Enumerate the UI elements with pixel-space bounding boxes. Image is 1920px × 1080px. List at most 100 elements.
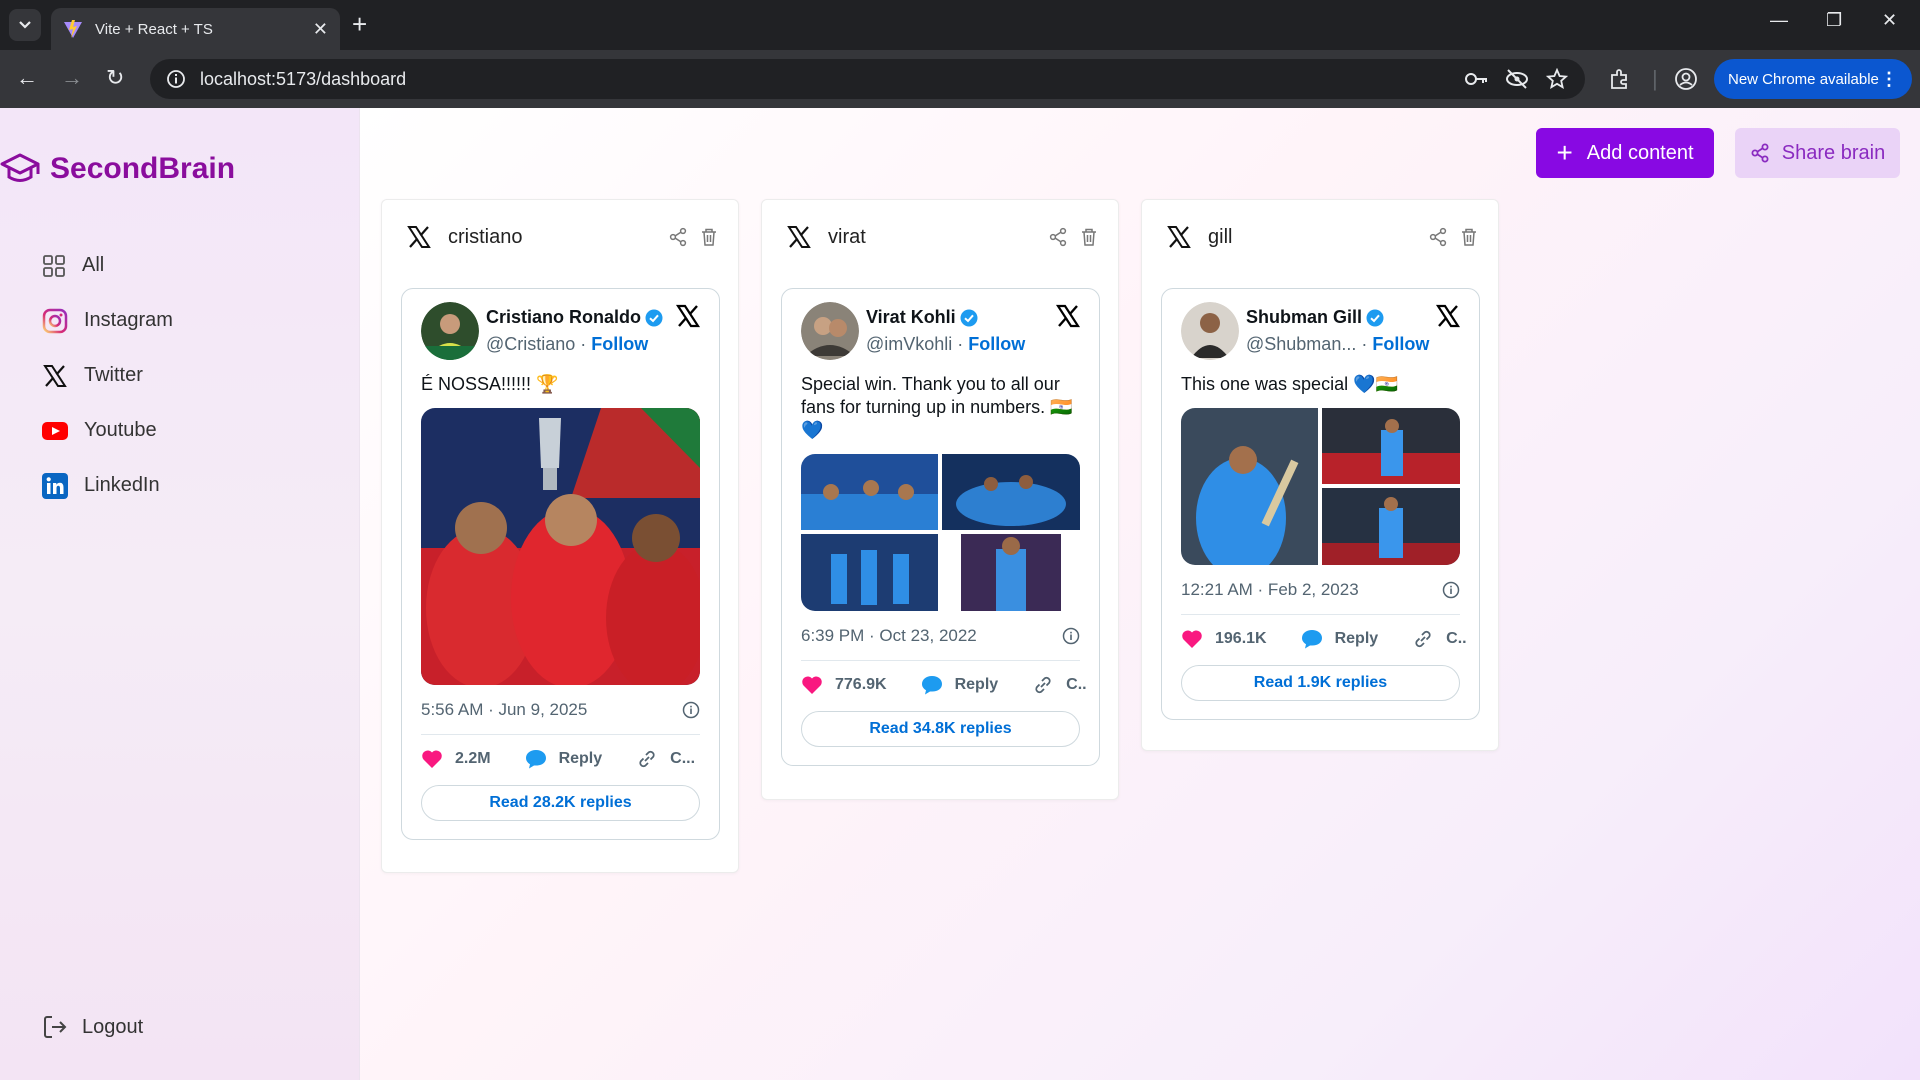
sidebar-item-twitter[interactable]: Twitter — [42, 348, 173, 403]
back-icon[interactable]: ← — [16, 65, 38, 91]
tweet-author[interactable]: Cristiano Ronaldo — [486, 307, 663, 328]
logout-button[interactable]: Logout — [42, 1014, 143, 1040]
tweet-author[interactable]: Virat Kohli — [866, 307, 978, 328]
heart-icon — [1182, 630, 1202, 648]
chevron-down-icon — [19, 21, 31, 29]
vite-logo-icon — [64, 20, 82, 38]
brand[interactable]: SecondBrain — [0, 150, 235, 188]
card-header: cristiano — [406, 222, 718, 252]
copy-link-button[interactable]: C... — [636, 748, 695, 770]
tweet-timestamp[interactable]: 6:39 PM · Oct 23, 2022 — [801, 626, 977, 646]
youtube-icon — [42, 421, 68, 440]
reply-button[interactable]: Reply — [921, 675, 999, 695]
browser-tab[interactable]: Vite + React + TS ✕ — [51, 8, 340, 50]
close-window-icon[interactable]: ✕ — [1882, 10, 1897, 31]
share-icon[interactable] — [668, 227, 688, 247]
avatar[interactable] — [421, 302, 479, 360]
browser-tab-strip: Vite + React + TS ✕ + — ❐ ✕ — [0, 0, 1920, 50]
verified-badge-icon — [960, 309, 978, 326]
sidebar-item-all[interactable]: All — [42, 238, 173, 293]
trash-icon[interactable] — [700, 227, 718, 247]
reply-label: Reply — [954, 676, 999, 693]
add-content-button[interactable]: + Add content — [1536, 128, 1714, 178]
reply-button[interactable]: Reply — [525, 749, 602, 769]
like-button[interactable]: 2.2M — [421, 749, 491, 769]
tweet-timestamp[interactable]: 12:21 AM · Feb 2, 2023 — [1181, 580, 1359, 600]
like-button[interactable]: 196.1K — [1181, 629, 1267, 649]
minimize-icon[interactable]: — — [1770, 10, 1788, 31]
password-key-icon[interactable] — [1465, 59, 1489, 99]
instagram-icon — [42, 308, 68, 333]
copy-link-button[interactable]: C.. — [1412, 628, 1467, 650]
eye-off-icon[interactable] — [1505, 59, 1529, 99]
address-bar[interactable]: localhost:5173/dashboard — [150, 59, 1585, 99]
tab-title: Vite + React + TS — [95, 20, 213, 38]
tweet-author-name: Shubman Gill — [1246, 307, 1363, 327]
heart-icon — [802, 676, 822, 694]
sidebar-item-label: Youtube — [84, 419, 157, 441]
toolbar-divider: | — [1652, 66, 1658, 91]
tweet-handle[interactable]: @imVkohli — [866, 334, 952, 354]
x-logo-icon[interactable] — [675, 303, 701, 329]
reply-button[interactable]: Reply — [1301, 629, 1378, 649]
sidebar-item-linkedin[interactable]: LinkedIn — [42, 458, 173, 513]
trash-icon[interactable] — [1460, 227, 1478, 247]
tweet-text: This one was special 💙🇮🇳 — [1181, 374, 1398, 394]
tweet-separator: · — [575, 334, 592, 354]
x-logo-icon[interactable] — [1435, 303, 1461, 329]
plus-icon: + — [1556, 137, 1573, 168]
tweet-separator: · — [1356, 334, 1373, 354]
bookmark-star-icon[interactable] — [1546, 59, 1568, 99]
share-icon[interactable] — [1428, 227, 1448, 247]
copy-link-button[interactable]: C.. — [1032, 674, 1087, 696]
close-tab-icon[interactable]: ✕ — [313, 19, 328, 40]
info-icon[interactable] — [682, 701, 700, 719]
x-icon — [407, 226, 431, 248]
tab-search-button[interactable] — [9, 9, 41, 41]
copy-link-label: C.. — [1446, 630, 1467, 647]
tweet-embed[interactable]: Shubman Gill @Shubman... · Follow This o… — [1161, 288, 1480, 720]
follow-link[interactable]: Follow — [1372, 334, 1429, 354]
tweet-separator: · — [952, 334, 969, 354]
profile-icon[interactable] — [1674, 67, 1698, 96]
update-label: New Chrome available — [1728, 70, 1879, 88]
site-info-icon[interactable] — [166, 69, 186, 89]
link-icon — [1035, 676, 1051, 694]
tweet-author[interactable]: Shubman Gill — [1246, 307, 1384, 328]
read-replies-button[interactable]: Read 1.9K replies — [1181, 665, 1460, 701]
heart-icon — [422, 750, 442, 768]
read-replies-button[interactable]: Read 28.2K replies — [421, 785, 700, 821]
info-icon[interactable] — [1442, 581, 1460, 599]
avatar[interactable] — [801, 302, 859, 360]
tweet-handle[interactable]: @Shubman... — [1246, 334, 1356, 354]
chrome-update-button[interactable]: New Chrome available ⋮ — [1714, 59, 1912, 99]
like-button[interactable]: 776.9K — [801, 675, 887, 695]
info-icon[interactable] — [1062, 627, 1080, 645]
tweet-timestamp[interactable]: 5:56 AM · Jun 9, 2025 — [421, 700, 587, 720]
follow-link[interactable]: Follow — [968, 334, 1025, 354]
reload-icon[interactable]: ↻ — [106, 65, 124, 91]
logout-label: Logout — [82, 1015, 144, 1038]
tweet-photo-grid[interactable] — [801, 454, 1080, 611]
forward-icon[interactable]: → — [61, 65, 83, 91]
trash-icon[interactable] — [1080, 227, 1098, 247]
tweet-photo[interactable] — [421, 408, 700, 685]
restore-icon[interactable]: ❐ — [1826, 10, 1842, 31]
extensions-icon[interactable] — [1608, 67, 1632, 96]
share-icon[interactable] — [1048, 227, 1068, 247]
more-menu-icon[interactable]: ⋮ — [1880, 69, 1898, 90]
tweet-photo-grid[interactable] — [1181, 408, 1460, 565]
avatar[interactable] — [1181, 302, 1239, 360]
follow-link[interactable]: Follow — [591, 334, 648, 354]
sidebar-item-youtube[interactable]: Youtube — [42, 403, 173, 458]
tweet-handle[interactable]: @Cristiano — [486, 334, 575, 354]
read-replies-button[interactable]: Read 34.8K replies — [801, 711, 1080, 747]
sidebar-item-instagram[interactable]: Instagram — [42, 293, 173, 348]
tweet-author-name: Cristiano Ronaldo — [486, 307, 642, 327]
new-tab-icon[interactable]: + — [352, 11, 367, 37]
x-logo-icon[interactable] — [1055, 303, 1081, 329]
speech-bubble-icon — [921, 676, 942, 695]
share-brain-button[interactable]: Share brain — [1735, 128, 1900, 178]
tweet-embed[interactable]: Virat Kohli @imVkohli · Follow Special w… — [781, 288, 1100, 766]
tweet-embed[interactable]: Cristiano Ronaldo @Cristiano · Follow É … — [401, 288, 720, 840]
